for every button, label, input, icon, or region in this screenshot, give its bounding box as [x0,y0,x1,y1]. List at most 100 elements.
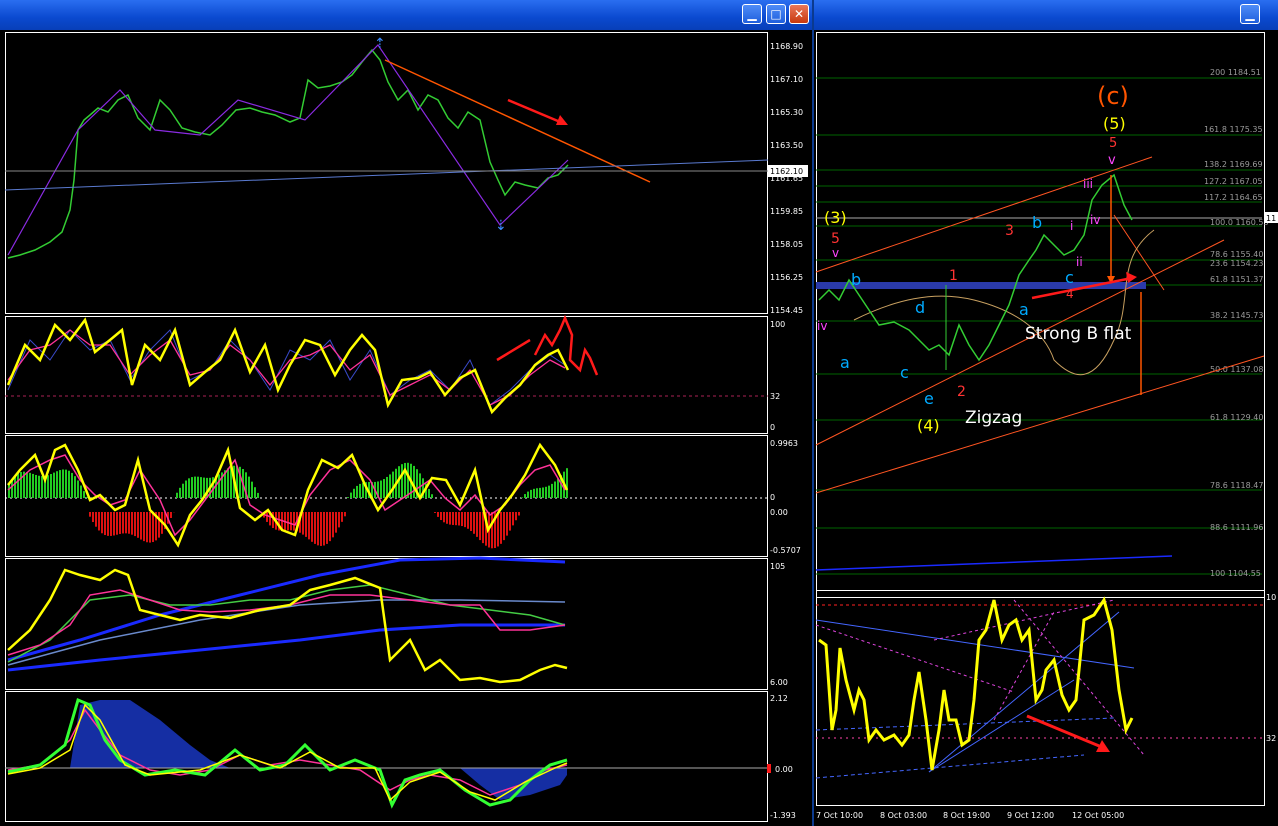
wave-label-ii: ii [1076,255,1083,269]
histogram-bar [533,488,535,498]
wave-label-c-mid: c [1065,268,1074,287]
fractal-up-icon: ⇡ [374,36,386,52]
time-tick: 9 Oct 12:00 [1007,811,1054,820]
histogram-bar [440,512,442,521]
time-tick: 12 Oct 05:00 [1072,811,1124,820]
histogram-bar [380,480,382,498]
histogram-bar [104,512,106,536]
left-chart-window: ▁ □ ✕ ⇡ ⇣ 1168.90 1167.10 1165.30 1163.5… [0,0,812,826]
histogram-bar [542,487,544,498]
histogram-bar [347,497,349,498]
histogram-bar [455,512,457,526]
histogram-bar [29,472,31,498]
fib-label: 38.2 1145.73 [1210,311,1263,320]
histogram-bar [50,474,52,498]
wave-label-five-red: 5 [1109,136,1117,151]
left-chart-canvas[interactable]: ⇡ ⇣ 1168.90 1167.10 1165.30 1163.50 1161… [0,0,812,826]
histogram-bar [20,471,22,498]
osc-pink-fan [815,599,1145,756]
histogram-bar [413,465,415,498]
histogram-bar [536,488,538,498]
histogram-bar [89,512,91,517]
ind4-tick: 0.00 [775,765,793,774]
fib-label: 78.6 1118.47 [1210,481,1263,490]
histogram-bar [479,512,481,541]
wave-label-three-yellow: (3) [824,208,847,227]
histogram-bar [500,512,502,544]
histogram-bar [326,512,328,544]
wave-label-c-left: c [900,363,909,382]
histogram-bar [176,492,178,498]
ind4-tick: -1.393 [770,811,796,820]
histogram-bar [308,512,310,540]
histogram-bar [509,512,511,531]
histogram-bar [446,512,448,524]
histogram-bar [458,512,460,526]
histogram-bar [65,469,67,498]
wave-label-five-big: (5) [1103,114,1126,133]
histogram-bar [287,512,289,531]
fractal-down-icon: ⇣ [495,218,507,234]
histogram-bar [527,491,529,498]
histogram-bar [182,483,184,498]
histogram-bar [407,462,409,498]
wave-label-three-red: 3 [1005,223,1014,239]
osc-tick: 32 [1266,734,1276,743]
histogram-bar [185,480,187,498]
price-axis: 1168.90 1167.10 1165.30 1163.50 1161.65 … [770,42,803,315]
blue-trend-right [815,555,1173,571]
histogram-bar [113,512,115,536]
histogram-bar [551,483,553,498]
histogram-bar [59,470,61,498]
histogram-bar [188,478,190,498]
ind4-tick: 2.12 [770,694,788,703]
ind1-tick: 32 [770,392,780,401]
histogram-bar [80,485,82,498]
histogram-bar [62,469,64,498]
histogram-bar [338,512,340,528]
histogram-bar [359,483,361,498]
right-osc-border [816,590,1265,806]
histogram-bar [341,512,343,522]
fib-label: 161.8 1175.35 [1204,125,1263,134]
zigzag-line [7,44,569,256]
histogram-bar [170,512,172,518]
wave-label-c-big: (c) [1097,82,1129,110]
fib-label: 127.2 1167.05 [1204,177,1263,186]
histogram-bar [437,512,439,517]
histogram-bar [521,497,523,498]
histogram-bar [470,512,472,532]
wave-label-one-red: 1 [949,268,958,284]
trendline-down [384,59,651,183]
histogram-bar [134,512,136,537]
histogram-bar [314,512,316,544]
wave-label-a-left: a [840,353,850,372]
histogram-bar [518,512,520,516]
price-tick: 1156.25 [770,273,803,282]
histogram-bar [38,475,40,498]
histogram-bar [515,512,517,521]
osc-tick: 10 [1266,593,1276,602]
fib-label: 100.0 1160.53 [1210,218,1269,227]
histogram-bar [392,471,394,498]
histogram-bar [293,512,295,531]
price-tick: 1154.45 [770,306,803,315]
ind2-histogram [8,462,568,549]
fib-label: 61.8 1129.40 [1210,413,1263,422]
histogram-bar [554,481,556,498]
ind3-tick: 6.00 [770,678,788,687]
ind3-blue-thick [7,623,565,672]
histogram-bar [539,487,541,498]
wave-label-b-left: b [851,270,861,289]
wave-label-four-red: 4 [1066,287,1074,301]
time-tick: 8 Oct 19:00 [943,811,990,820]
histogram-bar [332,512,334,538]
wave-label-v-top: v [1108,153,1116,168]
histogram-bar [26,471,28,498]
current-price-label-right: 11 [1266,214,1276,223]
histogram-bar [71,472,73,498]
histogram-bar [128,512,130,534]
annotation-strong-b-flat: Strong B flat [1025,324,1132,344]
histogram-bar [503,512,505,541]
right-chart-canvas[interactable]: 200 1184.51 161.8 1175.35 138.2 1169.69 … [814,0,1278,826]
